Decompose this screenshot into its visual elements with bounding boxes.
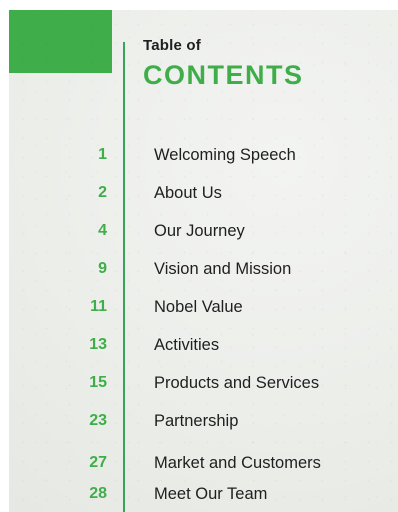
toc-page-number: 28 bbox=[89, 485, 107, 502]
toc-entry-title: Welcoming Speech bbox=[154, 146, 296, 164]
toc-entry-title: Nobel Value bbox=[154, 298, 243, 316]
toc-page-number: 2 bbox=[98, 184, 107, 201]
green-accent-block bbox=[9, 10, 112, 73]
toc-entry-title: Products and Services bbox=[154, 374, 320, 392]
toc-entry[interactable]: 4 Our Journey bbox=[9, 219, 389, 243]
toc-entry[interactable]: 15 Products and Services bbox=[9, 371, 389, 395]
title-line-2: CONTENTS bbox=[143, 60, 304, 90]
title-line-1: Table of bbox=[143, 37, 201, 54]
toc-entry-title: Vision and Mission bbox=[154, 260, 292, 278]
toc-page-number: 9 bbox=[98, 260, 107, 277]
toc-entry[interactable]: 11 Nobel Value bbox=[9, 295, 389, 319]
toc-page-number: 1 bbox=[98, 146, 107, 163]
toc-page-number: 27 bbox=[89, 454, 107, 471]
toc-entry[interactable]: 27 Market and Customers bbox=[9, 451, 389, 475]
toc-page-number: 11 bbox=[90, 298, 107, 315]
toc-entry[interactable]: 1 Welcoming Speech bbox=[9, 143, 389, 167]
toc-page-number: 23 bbox=[89, 412, 107, 429]
toc-page-number: 4 bbox=[98, 222, 107, 239]
toc-entry-title: Meet Our Team bbox=[154, 485, 268, 503]
toc-entry-title: Market and Customers bbox=[154, 454, 321, 472]
toc-entry-title: About Us bbox=[154, 184, 222, 202]
toc-page-number: 15 bbox=[89, 374, 107, 391]
document-page: Table of CONTENTS 1 Welcoming Speech 2 A… bbox=[9, 10, 398, 512]
toc-page-number: 13 bbox=[89, 336, 107, 353]
toc-entry[interactable]: 28 Meet Our Team bbox=[9, 482, 389, 506]
toc-entry-title: Activities bbox=[154, 336, 220, 354]
toc-entry[interactable]: 23 Partnership bbox=[9, 409, 389, 433]
toc-entry-title: Our Journey bbox=[154, 222, 245, 240]
toc-entry[interactable]: 9 Vision and Mission bbox=[9, 257, 389, 281]
toc-entry[interactable]: 13 Activities bbox=[9, 333, 389, 357]
toc-entry-title: Partnership bbox=[154, 412, 239, 430]
toc-entry[interactable]: 2 About Us bbox=[9, 181, 389, 205]
